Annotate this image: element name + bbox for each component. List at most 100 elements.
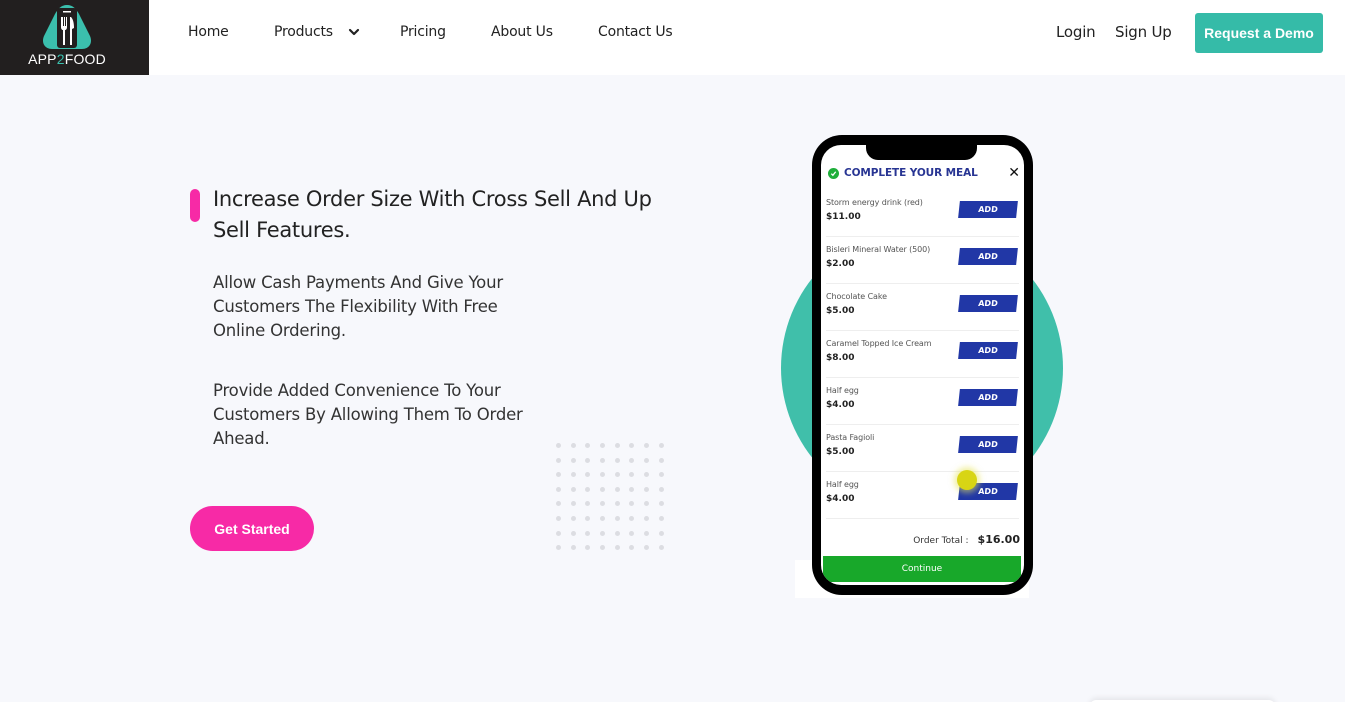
meal-item: Pasta Fagioli $5.00 ADD — [826, 425, 1019, 472]
pattern-dot — [585, 472, 591, 478]
meal-item: Bisleri Mineral Water (500) $2.00 ADD — [826, 237, 1019, 284]
pattern-dot — [658, 530, 664, 536]
pattern-dot — [570, 530, 576, 536]
meal-item-name: Caramel Topped Ice Cream — [826, 339, 932, 348]
nav-pricing[interactable]: Pricing — [400, 24, 446, 40]
pattern-dot — [556, 472, 561, 478]
nav-products[interactable]: Products — [274, 24, 333, 40]
login-link[interactable]: Login — [1056, 23, 1096, 41]
request-demo-button[interactable]: Request a Demo — [1195, 13, 1323, 53]
pattern-dot — [556, 457, 561, 463]
meal-item-name: Storm energy drink (red) — [826, 198, 923, 207]
phone-screen: COMPLETE YOUR MEAL ✕ Storm energy drink … — [821, 145, 1024, 585]
pattern-dot — [644, 501, 650, 507]
add-button[interactable]: ADD — [958, 248, 1018, 265]
pattern-dot — [658, 457, 664, 463]
pattern-dot — [658, 472, 664, 478]
accent-bar — [190, 189, 200, 222]
nav-about-us[interactable]: About Us — [491, 24, 553, 40]
pattern-dot — [600, 545, 606, 551]
get-started-button[interactable]: Get Started — [190, 506, 314, 551]
meal-item: Caramel Topped Ice Cream $8.00 ADD — [826, 331, 1019, 378]
add-button[interactable]: ADD — [958, 436, 1018, 453]
meal-item: Half egg $4.00 ADD — [826, 472, 1019, 519]
add-button[interactable]: ADD — [958, 389, 1018, 406]
pattern-dot — [658, 515, 664, 521]
pattern-dot — [556, 501, 561, 507]
pattern-dot — [570, 472, 576, 478]
pattern-dot — [644, 515, 650, 521]
pattern-dot — [570, 457, 576, 463]
meal-item-price: $2.00 — [826, 259, 855, 269]
pattern-dot — [556, 530, 561, 536]
pattern-dot — [556, 443, 561, 448]
pattern-dot — [644, 472, 650, 478]
add-button[interactable]: ADD — [958, 295, 1018, 312]
meal-item-price: $8.00 — [826, 353, 855, 363]
pattern-dot — [585, 515, 591, 521]
meal-item-price: $4.00 — [826, 494, 855, 504]
pattern-dot — [614, 515, 620, 521]
pattern-dot — [644, 443, 650, 448]
pattern-dot — [629, 472, 635, 478]
pattern-dot — [585, 457, 591, 463]
pattern-dot — [600, 443, 606, 448]
pattern-dot — [600, 530, 606, 536]
pattern-dot — [585, 501, 591, 507]
pattern-dot — [644, 457, 650, 463]
pattern-dot — [614, 443, 620, 448]
nav-contact-us[interactable]: Contact Us — [598, 24, 673, 40]
pattern-dot — [629, 545, 635, 551]
pattern-dot — [585, 545, 591, 551]
dot-pattern — [554, 441, 672, 557]
hero-title: Increase Order Size With Cross Sell And … — [213, 187, 652, 242]
complete-meal-title: COMPLETE YOUR MEAL — [844, 167, 978, 179]
meal-item-price: $5.00 — [826, 306, 855, 316]
add-button[interactable]: ADD — [958, 201, 1018, 218]
tap-indicator — [957, 470, 977, 490]
pattern-dot — [556, 515, 561, 521]
meal-item-name: Chocolate Cake — [826, 292, 887, 301]
pattern-dot — [585, 486, 591, 492]
order-total-value: $16.00 — [977, 533, 1020, 546]
pattern-dot — [629, 457, 635, 463]
signup-link[interactable]: Sign Up — [1115, 23, 1172, 41]
site-header: APP2FOOD Home Products Pricing About Us … — [0, 0, 1345, 75]
pattern-dot — [629, 486, 635, 492]
meal-item-name: Half egg — [826, 386, 859, 395]
chevron-down-icon[interactable] — [348, 26, 360, 38]
pattern-dot — [556, 486, 561, 492]
meal-item: Half egg $4.00 ADD — [826, 378, 1019, 425]
phone-mockup: COMPLETE YOUR MEAL ✕ Storm energy drink … — [812, 135, 1033, 595]
meal-item-price: $4.00 — [826, 400, 855, 410]
pattern-dot — [629, 443, 635, 448]
pattern-dot — [585, 530, 591, 536]
continue-button[interactable]: Continue — [823, 556, 1021, 582]
pattern-dot — [585, 443, 591, 448]
order-total: Order Total : $16.00 — [913, 533, 1020, 546]
nav-home[interactable]: Home — [188, 24, 229, 40]
add-button[interactable]: ADD — [958, 342, 1018, 359]
meal-item-price: $11.00 — [826, 212, 861, 222]
phone-notch — [866, 145, 977, 160]
check-circle-icon — [828, 167, 839, 179]
meal-item-name: Pasta Fagioli — [826, 433, 875, 442]
hero-paragraph-order-ahead: Provide Added Convenience To Your Custom… — [213, 381, 523, 448]
meal-list: Storm energy drink (red) $11.00 ADD Bisl… — [826, 190, 1019, 519]
pattern-dot — [658, 443, 664, 448]
pattern-dot — [644, 530, 650, 536]
pattern-dot — [658, 545, 664, 551]
meal-item-price: $5.00 — [826, 447, 855, 457]
pattern-dot — [614, 501, 620, 507]
pattern-dot — [570, 501, 576, 507]
logo[interactable]: APP2FOOD — [0, 0, 149, 75]
pattern-dot — [644, 545, 650, 551]
pattern-dot — [658, 486, 664, 492]
pattern-dot — [614, 472, 620, 478]
pattern-dot — [629, 501, 635, 507]
close-icon[interactable]: ✕ — [1008, 165, 1020, 181]
meal-item: Storm energy drink (red) $11.00 ADD — [826, 190, 1019, 237]
meal-item-name: Bisleri Mineral Water (500) — [826, 245, 931, 254]
pattern-dot — [629, 530, 635, 536]
pattern-dot — [629, 515, 635, 521]
